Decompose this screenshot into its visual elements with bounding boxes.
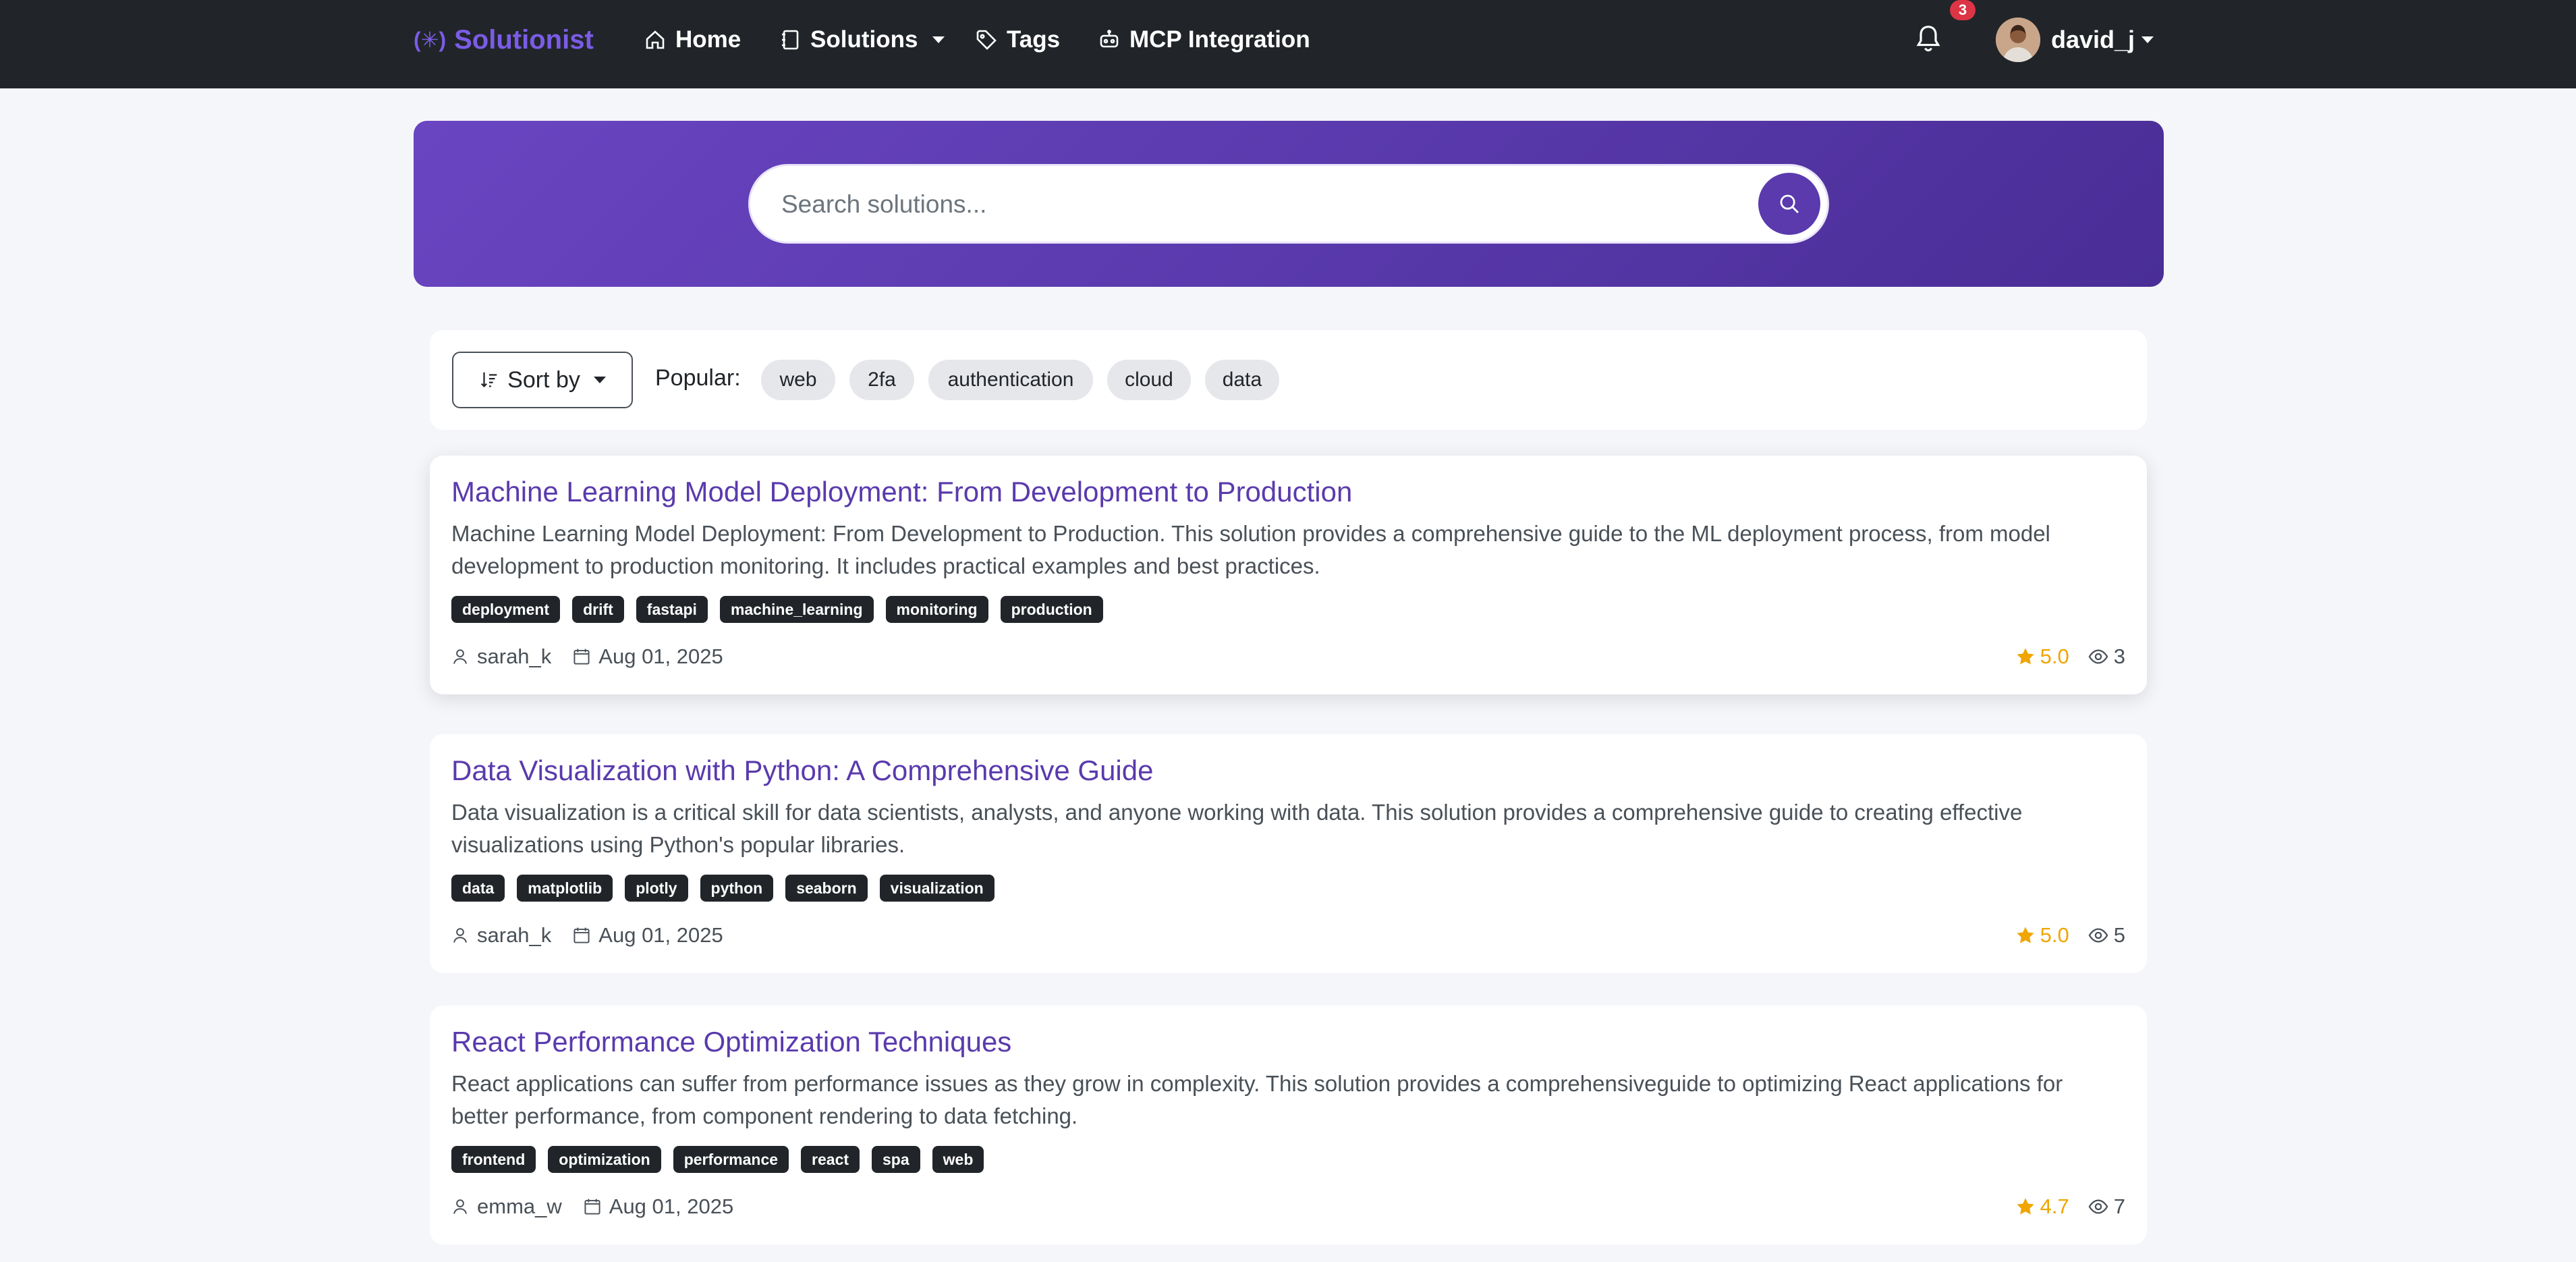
- tag-badge[interactable]: data: [451, 875, 505, 902]
- nav-home[interactable]: Home: [644, 0, 741, 80]
- tag-badge[interactable]: production: [1000, 596, 1103, 623]
- date-label: Aug 01, 2025: [598, 923, 723, 947]
- solution-meta: sarah_k Aug 01, 2025: [451, 923, 723, 948]
- nav-tags[interactable]: Tags: [976, 0, 1060, 80]
- solution-card[interactable]: Machine Learning Model Deployment: From …: [430, 456, 2147, 694]
- solution-description: Data visualization is a critical skill f…: [451, 800, 2023, 857]
- search-input[interactable]: [780, 180, 1714, 229]
- bell-icon[interactable]: [1915, 24, 1942, 54]
- solution-tags: deployment drift fastapi machine_learnin…: [451, 596, 1103, 623]
- robot-icon: [1100, 30, 1119, 48]
- date-label: Aug 01, 2025: [598, 644, 723, 668]
- tag-badge[interactable]: monitoring: [885, 596, 988, 623]
- tag-icon: [976, 30, 997, 50]
- search-button[interactable]: [1758, 173, 1820, 235]
- tag-badge[interactable]: drift: [572, 596, 624, 623]
- search-bar: [748, 164, 1829, 244]
- calendar-icon: [573, 927, 590, 943]
- tag-badge[interactable]: react: [801, 1146, 860, 1173]
- person-icon: [453, 1199, 467, 1214]
- solution-title-link[interactable]: Data Visualization with Python: A Compre…: [451, 755, 1153, 787]
- tag-badge[interactable]: spa: [872, 1146, 920, 1173]
- home-icon: [646, 30, 665, 49]
- nav-mcp-label: MCP Integration: [1129, 26, 1310, 53]
- chevron-down-icon: [932, 36, 945, 43]
- tag-badge[interactable]: frontend: [451, 1146, 536, 1173]
- tag-badge[interactable]: plotly: [625, 875, 688, 902]
- tag-badge[interactable]: machine_learning: [719, 596, 874, 623]
- nav-mcp-integration[interactable]: MCP Integration: [1098, 0, 1310, 80]
- eye-icon: [2088, 649, 2108, 664]
- search-icon: [1780, 194, 1799, 213]
- solution-tags: data matplotlib plotly python seaborn vi…: [451, 875, 995, 902]
- eye-icon: [2088, 928, 2108, 943]
- popular-tag-chip[interactable]: authentication: [928, 360, 1093, 400]
- nav-tags-label: Tags: [1007, 26, 1061, 53]
- brand-name: Solutionist: [454, 24, 594, 55]
- user-menu-dropdown[interactable]: david_j: [1996, 18, 2154, 62]
- view-count: 3: [2113, 644, 2125, 668]
- solution-description: Machine Learning Model Deployment: From …: [451, 521, 2050, 578]
- person-icon: [453, 928, 467, 943]
- chevron-down-icon: [2141, 36, 2154, 43]
- solution-stats: 5.0 3: [2016, 644, 2125, 669]
- brand-logo[interactable]: (✳) Solutionist: [414, 0, 594, 80]
- star-icon: [2017, 1198, 2034, 1215]
- rating-value: 5.0: [2040, 923, 2069, 947]
- popular-tag-chip[interactable]: cloud: [1107, 360, 1191, 400]
- brand-icon: (✳): [414, 28, 447, 52]
- sort-icon: [481, 372, 497, 387]
- popular-tags-label: Popular:: [655, 365, 741, 391]
- solution-title-link[interactable]: React Performance Optimization Technique…: [451, 1026, 1011, 1058]
- solution-title-link[interactable]: Machine Learning Model Deployment: From …: [451, 476, 1352, 508]
- tag-badge[interactable]: web: [932, 1146, 984, 1173]
- top-navbar: (✳) Solutionist Home Solutions Tags MCP …: [0, 0, 2576, 88]
- tag-badge[interactable]: deployment: [451, 596, 561, 623]
- tag-badge[interactable]: matplotlib: [517, 875, 613, 902]
- tag-badge[interactable]: fastapi: [636, 596, 708, 623]
- tag-badge[interactable]: visualization: [879, 875, 995, 902]
- rating-value: 5.0: [2040, 644, 2069, 668]
- view-count: 5: [2113, 923, 2125, 947]
- calendar-icon: [584, 1199, 600, 1215]
- chevron-down-icon: [593, 377, 606, 383]
- nav-home-label: Home: [675, 26, 741, 53]
- solution-card[interactable]: React Performance Optimization Technique…: [430, 1006, 2147, 1244]
- author-name: emma_w: [477, 1195, 562, 1218]
- rating-value: 4.7: [2040, 1195, 2069, 1218]
- journal-icon: [782, 30, 799, 50]
- star-icon: [2017, 648, 2034, 665]
- eye-icon: [2088, 1199, 2108, 1214]
- solution-meta: sarah_k Aug 01, 2025: [451, 644, 723, 669]
- tag-badge[interactable]: python: [700, 875, 774, 902]
- tag-badge[interactable]: seaborn: [785, 875, 868, 902]
- solution-tags: frontend optimization performance react …: [451, 1146, 984, 1173]
- search-hero-banner: [414, 121, 2164, 287]
- popular-tag-chip[interactable]: web: [761, 360, 835, 400]
- solution-description: React applications can suffer from perfo…: [451, 1071, 2063, 1128]
- author-name: sarah_k: [477, 923, 552, 947]
- sort-by-label: Sort by: [507, 366, 580, 393]
- popular-tag-chip[interactable]: data: [1205, 360, 1279, 400]
- avatar: [1996, 18, 2040, 62]
- solution-stats: 4.7 7: [2016, 1195, 2125, 1219]
- notification-count-badge: 3: [1950, 0, 1976, 20]
- author-name: sarah_k: [477, 644, 552, 668]
- tag-badge[interactable]: performance: [673, 1146, 789, 1173]
- solution-card[interactable]: Data Visualization with Python: A Compre…: [430, 734, 2147, 973]
- person-icon: [453, 649, 467, 664]
- solution-stats: 5.0 5: [2016, 923, 2125, 948]
- username-label: david_j: [2051, 26, 2135, 53]
- nav-solutions-label: Solutions: [810, 26, 918, 53]
- date-label: Aug 01, 2025: [609, 1195, 734, 1218]
- sort-by-dropdown[interactable]: Sort by: [452, 352, 633, 408]
- tag-badge[interactable]: optimization: [548, 1146, 661, 1173]
- filter-bar: Sort by Popular: web 2fa authentication …: [430, 330, 2147, 430]
- star-icon: [2017, 927, 2034, 943]
- solution-meta: emma_w Aug 01, 2025: [451, 1195, 733, 1219]
- view-count: 7: [2113, 1195, 2125, 1218]
- popular-tag-chip[interactable]: 2fa: [849, 360, 914, 400]
- nav-solutions-dropdown[interactable]: Solutions: [779, 0, 945, 80]
- calendar-icon: [573, 649, 590, 665]
